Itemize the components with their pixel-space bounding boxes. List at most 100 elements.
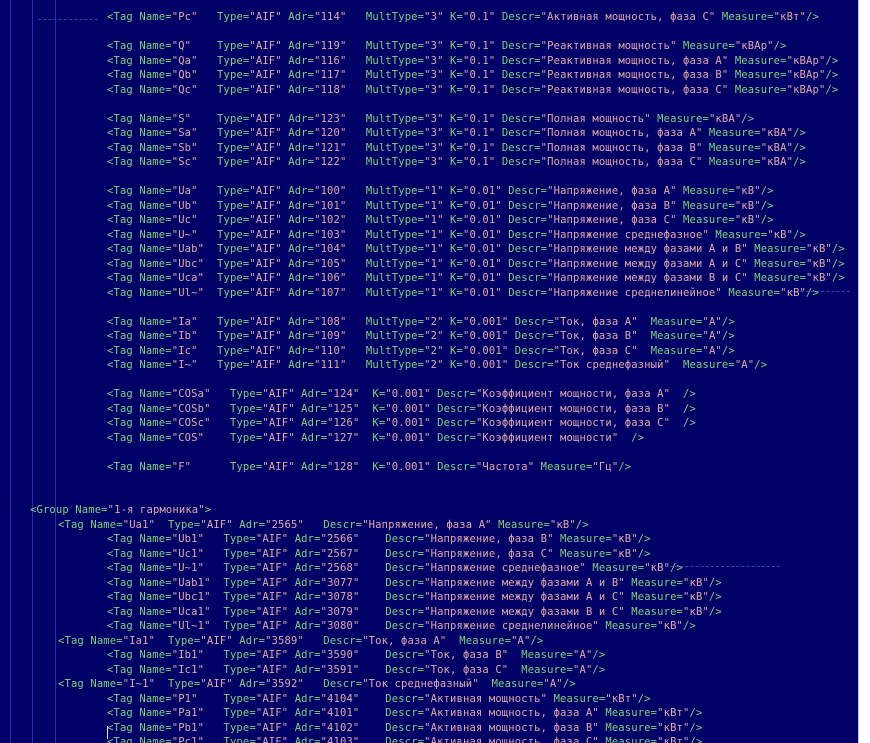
code-line[interactable]: <Tag Name="COSb" Type="AIF" Adr="125" K=… — [107, 402, 696, 417]
xml-attribute-value: "кВ" — [611, 547, 638, 560]
code-line[interactable]: <Tag Name="Pc" Type="AIF" Adr="114" Mult… — [107, 10, 819, 25]
code-line[interactable]: <Tag Name="Uc" Type="AIF" Adr="102" Mult… — [107, 213, 774, 228]
code-line[interactable]: <Group Name="1-я гармоника"> — [30, 503, 211, 518]
xml-attribute-value: "Коэффициент мощности" — [475, 431, 619, 444]
xml-attribute-value: "0.001" — [462, 315, 509, 328]
xml-attribute-value: "AIF" — [249, 257, 282, 270]
code-line[interactable]: <Tag Name="Ua" Type="AIF" Adr="100" Mult… — [107, 184, 774, 199]
xml-markup-token: <Tag Name= — [107, 692, 172, 705]
xml-code-editor[interactable]: <Tag Name="Pc" Type="AIF" Adr="114" Mult… — [0, 0, 858, 743]
xml-markup-token: Adr= — [281, 141, 315, 154]
xml-markup-token: Descr= — [501, 272, 548, 284]
code-line[interactable]: <Tag Name="I~" Type="AIF" Adr="111" Mult… — [107, 358, 767, 373]
code-line[interactable]: <Tag Name="COSc" Type="AIF" Adr="126" K=… — [107, 416, 696, 431]
code-line[interactable]: <Tag Name="Ubc" Type="AIF" Adr="105" Mul… — [107, 257, 845, 272]
xml-markup-token: K= — [443, 185, 463, 197]
xml-markup-token: MultType= — [346, 214, 425, 226]
xml-attribute-value: "Pc" — [171, 11, 198, 23]
code-line[interactable]: <Tag Name="Ul~1" Type="AIF" Adr="3080" D… — [107, 619, 696, 634]
xml-attribute-value: "4101" — [320, 707, 360, 719]
xml-markup-token: Descr= — [303, 634, 363, 647]
xml-markup-token: K= — [443, 40, 463, 52]
xml-markup-token: K= — [443, 69, 463, 81]
xml-attribute-value: "кВ" — [806, 272, 832, 284]
code-line[interactable]: <Tag Name="Ib" Type="AIF" Adr="109" Mult… — [107, 329, 735, 344]
code-line[interactable]: <Tag Name="Ul~" Type="AIF" Adr="107" Mul… — [107, 286, 819, 301]
code-line[interactable]: <Tag Name="U~" Type="AIF" Adr="103" Mult… — [107, 228, 806, 243]
xml-markup-token: <Tag Name= — [107, 344, 172, 357]
xml-markup-token: Measure= — [598, 620, 658, 632]
code-line[interactable]: <Tag Name="U~1" Type="AIF" Adr="2568" De… — [107, 561, 683, 576]
code-line[interactable]: <Tag Name="Sa" Type="AIF" Adr="120" Mult… — [107, 126, 806, 141]
code-line[interactable]: <Tag Name="Uca1" Type="AIF" Adr="3079" D… — [107, 605, 722, 620]
xml-markup-token: Descr= — [501, 228, 548, 241]
code-line[interactable]: <Tag Name="Qc" Type="AIF" Adr="118" Mult… — [107, 83, 838, 98]
xml-markup-token: Descr= — [495, 156, 541, 168]
code-line[interactable]: <Tag Name="Sb" Type="AIF" Adr="121" Mult… — [107, 141, 806, 156]
code-line[interactable]: <Tag Name="S" Type="AIF" Adr="123" MultT… — [107, 112, 754, 127]
code-line[interactable]: <Tag Name="Uc1" Type="AIF" Adr="2567" De… — [107, 547, 651, 562]
xml-markup-token: Type= — [197, 156, 250, 168]
xml-attribute-value: "Активная мощность, фаза С" — [540, 11, 716, 23]
xml-attribute-value: "Sa" — [171, 127, 198, 139]
xml-attribute-value: "0.01" — [462, 214, 502, 226]
code-line[interactable]: <Tag Name="Pc1" Type="AIF" Adr="4103" De… — [107, 735, 702, 743]
code-line[interactable]: <Tag Name="P1" Type="AIF" Adr="4104" Des… — [107, 692, 651, 707]
xml-markup-token: Type= — [204, 547, 256, 560]
xml-markup-token: Measure= — [747, 272, 807, 284]
xml-markup-token: Type= — [204, 286, 250, 299]
xml-markup-token: Descr= — [495, 112, 541, 125]
xml-markup-token: Measure= — [534, 460, 593, 473]
xml-markup-token: Measure= — [650, 112, 709, 125]
xml-markup-token: Type= — [204, 257, 250, 270]
code-line[interactable]: <Tag Name="COS" Type="AIF" Adr="127" K="… — [107, 431, 644, 446]
xml-markup-token: Adr= — [281, 199, 315, 212]
xml-attribute-value: "AIF" — [249, 214, 282, 226]
xml-attribute-value: "А" — [511, 634, 531, 647]
xml-markup-token: MultType= — [346, 199, 425, 212]
code-line[interactable]: <Tag Name="Ia1" Type="AIF" Adr="3589" De… — [58, 634, 543, 649]
xml-attribute-value: "кВ" — [683, 576, 709, 589]
code-line[interactable]: <Tag Name="Ic1" Type="AIF" Adr="3591" De… — [107, 663, 605, 678]
code-line[interactable]: <Tag Name="Ib1" Type="AIF" Adr="3590" De… — [107, 648, 605, 663]
xml-markup-token: Type= — [197, 214, 250, 226]
vertical-scrollbar[interactable] — [858, 0, 870, 743]
code-line[interactable]: <Tag Name="Uab1" Type="AIF" Adr="3077" D… — [107, 576, 722, 591]
xml-markup-token: <Tag Name= — [107, 460, 172, 473]
xml-markup-token: K= — [443, 257, 463, 270]
xml-markup-token: <Tag Name= — [107, 562, 172, 574]
code-line[interactable]: <Tag Name="Ia" Type="AIF" Adr="108" Mult… — [107, 315, 735, 330]
code-line[interactable]: <Tag Name="I~1" Type="AIF" Adr="3592" De… — [58, 677, 576, 692]
code-line[interactable]: <Tag Name="Ubc1" Type="AIF" Adr="3078" D… — [107, 590, 722, 605]
code-line[interactable]: <Tag Name="Qb" Type="AIF" Adr="117" Mult… — [107, 68, 838, 83]
code-line[interactable]: <Tag Name="Pa1" Type="AIF" Adr="4101" De… — [107, 706, 702, 721]
code-line[interactable]: <Tag Name="F" Type="AIF" Adr="128" K="0.… — [107, 460, 631, 475]
code-line[interactable]: <Tag Name="COSa" Type="AIF" Adr="124" K=… — [107, 387, 696, 402]
xml-markup-token: K= — [359, 431, 386, 444]
code-line[interactable]: <Tag Name="Ub1" Type="AIF" Adr="2566" De… — [107, 532, 651, 547]
xml-markup-token: <Tag Name= — [107, 228, 172, 241]
code-line[interactable]: <Tag Name="Ub" Type="AIF" Adr="101" Mult… — [107, 199, 774, 214]
xml-attribute-value: "Напряжение среднефазное" — [424, 562, 586, 574]
xml-markup-token: Measure= — [747, 243, 807, 255]
code-line[interactable]: <Tag Name="Uab" Type="AIF" Adr="104" Mul… — [107, 242, 845, 257]
code-line[interactable]: <Tag Name="Qa" Type="AIF" Adr="116" Mult… — [107, 54, 838, 69]
xml-markup-token: Adr= — [294, 431, 328, 444]
xml-markup-token: K= — [443, 11, 463, 23]
xml-markup-token: Measure= — [676, 40, 735, 52]
code-line[interactable]: <Tag Name="Ua1" Type="AIF" Adr="2565" De… — [58, 518, 589, 533]
code-line[interactable]: <Tag Name="Pb1" Type="AIF" Adr="4102" De… — [107, 721, 702, 736]
xml-markup-token: /> — [793, 141, 807, 154]
xml-markup-token: Measure= — [728, 83, 787, 96]
code-line[interactable]: <Tag Name="Uca" Type="AIF" Adr="106" Mul… — [107, 271, 845, 286]
xml-attribute-value: "Полная мощность, фаза В" — [540, 141, 703, 154]
xml-attribute-value: "AIF" — [255, 649, 289, 661]
xml-markup-token: /> — [689, 721, 703, 734]
code-line[interactable]: <Tag Name="Ic" Type="AIF" Adr="110" Mult… — [107, 344, 735, 359]
xml-attribute-value: "Uca" — [171, 272, 205, 284]
xml-markup-token: Type= — [197, 359, 250, 371]
code-line[interactable]: <Tag Name="Q" Type="AIF" Adr="119" MultT… — [107, 39, 787, 54]
xml-attribute-value: "109" — [314, 330, 347, 342]
code-line[interactable]: <Tag Name="Sc" Type="AIF" Adr="122" Mult… — [107, 155, 806, 170]
xml-markup-token: Descr= — [303, 518, 363, 531]
